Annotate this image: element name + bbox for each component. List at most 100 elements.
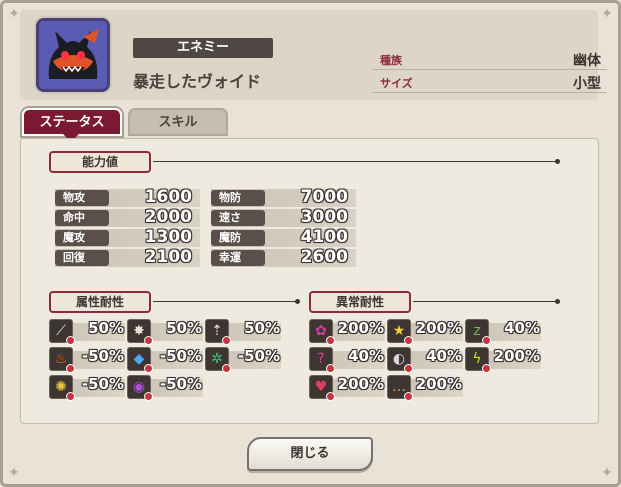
info-row-size: サイズ 小型 bbox=[372, 71, 607, 93]
resist-value: 200% bbox=[415, 375, 462, 393]
silence-icon[interactable]: … bbox=[387, 375, 413, 401]
resist-item: ✺ -50% bbox=[49, 375, 125, 401]
info-row-race: 種族 幽体 bbox=[372, 48, 607, 70]
resist-item: ♨ -50% bbox=[49, 347, 125, 373]
resist-item: ◆ -50% bbox=[127, 347, 203, 373]
section-element-resist: 属性耐性 bbox=[49, 291, 151, 313]
weak-mark-icon bbox=[482, 336, 491, 345]
stat-row: 回復 2100 bbox=[55, 247, 200, 267]
enemy-portrait bbox=[36, 18, 110, 92]
resist-value: -50% bbox=[237, 347, 280, 365]
dark-icon[interactable]: ◉ bbox=[127, 375, 153, 401]
blind-icon[interactable]: ◐ bbox=[387, 347, 413, 373]
poison-icon[interactable]: ✿ bbox=[309, 319, 335, 345]
resist-value: 200% bbox=[415, 319, 462, 337]
stun-icon[interactable]: ★ bbox=[387, 319, 413, 345]
resist-item: ◉ -50% bbox=[127, 375, 203, 401]
resist-value: -50% bbox=[81, 347, 124, 365]
resist-value: 200% bbox=[493, 347, 540, 365]
water-icon[interactable]: ◆ bbox=[127, 347, 153, 373]
resist-value: 50% bbox=[166, 319, 202, 337]
strike-icon[interactable]: ✸ bbox=[127, 319, 153, 345]
resist-item: ✸ 50% bbox=[127, 319, 203, 345]
resist-item: … 200% bbox=[387, 375, 463, 401]
resist-item: z 40% bbox=[465, 319, 541, 345]
stat-label: 物防 bbox=[211, 190, 265, 206]
weak-mark-icon bbox=[66, 336, 75, 345]
stat-row: 命中 2000 bbox=[55, 207, 200, 227]
resist-value: 50% bbox=[88, 319, 124, 337]
enemy-header: エネミー 暴走したヴォイド 種族 幽体 サイズ 小型 bbox=[20, 10, 607, 100]
stat-value: 3000 bbox=[300, 207, 348, 227]
stat-row: 幸運 2600 bbox=[211, 247, 356, 267]
weak-mark-icon bbox=[404, 336, 413, 345]
section-divider bbox=[153, 299, 300, 304]
weak-mark-icon bbox=[144, 336, 153, 345]
weak-mark-icon bbox=[222, 364, 231, 373]
resist-item: ? 40% bbox=[309, 347, 385, 373]
weak-mark-icon bbox=[404, 392, 413, 401]
confuse-icon[interactable]: ? bbox=[309, 347, 335, 373]
stat-label: 命中 bbox=[55, 210, 109, 226]
weak-mark-icon bbox=[404, 364, 413, 373]
resist-value: 50% bbox=[244, 319, 280, 337]
resist-item: ϟ 200% bbox=[465, 347, 541, 373]
info-key: 種族 bbox=[380, 54, 402, 67]
resist-value: 40% bbox=[504, 319, 540, 337]
stat-label: 魔防 bbox=[211, 230, 265, 246]
light-icon[interactable]: ✺ bbox=[49, 375, 75, 401]
corner-ornament: ✦ bbox=[8, 465, 20, 481]
tab-skill[interactable]: スキル bbox=[128, 108, 228, 136]
info-key: サイズ bbox=[380, 77, 413, 90]
section-ability: 能力値 bbox=[49, 151, 151, 173]
section-divider bbox=[153, 159, 560, 164]
resist-value: 40% bbox=[426, 347, 462, 365]
weak-mark-icon bbox=[222, 336, 231, 345]
weak-mark-icon bbox=[66, 392, 75, 401]
fire-icon[interactable]: ♨ bbox=[49, 347, 75, 373]
corner-ornament: ✦ bbox=[601, 465, 613, 481]
resist-value: -50% bbox=[81, 375, 124, 393]
weak-mark-icon bbox=[326, 392, 335, 401]
stat-label: 物攻 bbox=[55, 190, 109, 206]
close-button[interactable]: 閉じる bbox=[247, 437, 373, 471]
tab-status[interactable]: ステータス bbox=[22, 108, 122, 136]
type-badge: エネミー bbox=[133, 38, 273, 58]
stat-row: 物防 7000 bbox=[211, 187, 356, 207]
resist-value: 200% bbox=[337, 375, 384, 393]
section-divider bbox=[413, 299, 560, 304]
resist-item: ⇡ 50% bbox=[205, 319, 281, 345]
stat-value: 2600 bbox=[300, 247, 348, 267]
stat-value: 2100 bbox=[144, 247, 192, 267]
stat-value: 2000 bbox=[144, 207, 192, 227]
resist-item: ⟋ 50% bbox=[49, 319, 125, 345]
stat-row: 物攻 1600 bbox=[55, 187, 200, 207]
pierce-icon[interactable]: ⇡ bbox=[205, 319, 231, 345]
resist-value: -50% bbox=[159, 375, 202, 393]
stat-row: 魔防 4100 bbox=[211, 227, 356, 247]
slash-icon[interactable]: ⟋ bbox=[49, 319, 75, 345]
stat-value: 7000 bbox=[300, 187, 348, 207]
stat-label: 回復 bbox=[55, 250, 109, 266]
info-value: 小型 bbox=[573, 76, 601, 92]
stat-value: 1300 bbox=[144, 227, 192, 247]
info-value: 幽体 bbox=[573, 53, 601, 69]
stat-label: 速さ bbox=[211, 210, 265, 226]
weak-mark-icon bbox=[144, 364, 153, 373]
wind-icon[interactable]: ✲ bbox=[205, 347, 231, 373]
resist-item: ✿ 200% bbox=[309, 319, 385, 345]
paralyze-icon[interactable]: ϟ bbox=[465, 347, 491, 373]
stat-value: 1600 bbox=[144, 187, 192, 207]
charm-icon[interactable]: ♥ bbox=[309, 375, 335, 401]
resist-item: ★ 200% bbox=[387, 319, 463, 345]
section-status-resist: 異常耐性 bbox=[309, 291, 411, 313]
resist-value: -50% bbox=[159, 347, 202, 365]
resist-value: 200% bbox=[337, 319, 384, 337]
stat-value: 4100 bbox=[300, 227, 348, 247]
sleep-icon[interactable]: z bbox=[465, 319, 491, 345]
resist-item: ✲ -50% bbox=[205, 347, 281, 373]
weak-mark-icon bbox=[66, 364, 75, 373]
weak-mark-icon bbox=[482, 364, 491, 373]
corner-ornament: ✦ bbox=[601, 6, 613, 22]
enemy-name: 暴走したヴォイド bbox=[133, 72, 262, 91]
